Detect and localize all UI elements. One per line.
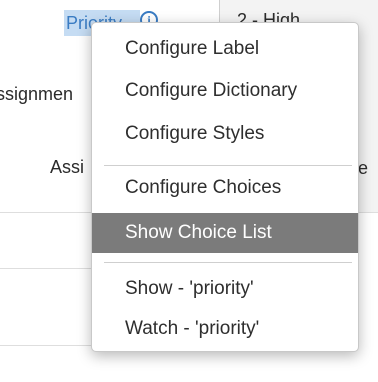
field-context-menu: Configure Label Configure Dictionary Con…: [91, 22, 359, 352]
menu-item-configure-label[interactable]: Configure Label: [92, 29, 358, 69]
assignment-group-label: ssignmen: [0, 84, 74, 104]
menu-separator: [104, 165, 352, 166]
menu-item-show-priority[interactable]: Show - 'priority': [92, 269, 358, 309]
form-divider: [0, 268, 92, 269]
menu-item-configure-choices[interactable]: Configure Choices: [92, 168, 358, 208]
menu-item-configure-dictionary[interactable]: Configure Dictionary: [92, 71, 358, 111]
form-divider: [0, 345, 92, 346]
menu-item-show-choice-list[interactable]: Show Choice List: [92, 213, 358, 253]
field-value-fragment: e: [358, 158, 369, 178]
assigned-to-label: Assi: [50, 157, 85, 177]
menu-separator: [104, 262, 352, 263]
menu-item-watch-priority[interactable]: Watch - 'priority': [92, 309, 358, 349]
menu-item-configure-styles[interactable]: Configure Styles: [92, 114, 358, 154]
